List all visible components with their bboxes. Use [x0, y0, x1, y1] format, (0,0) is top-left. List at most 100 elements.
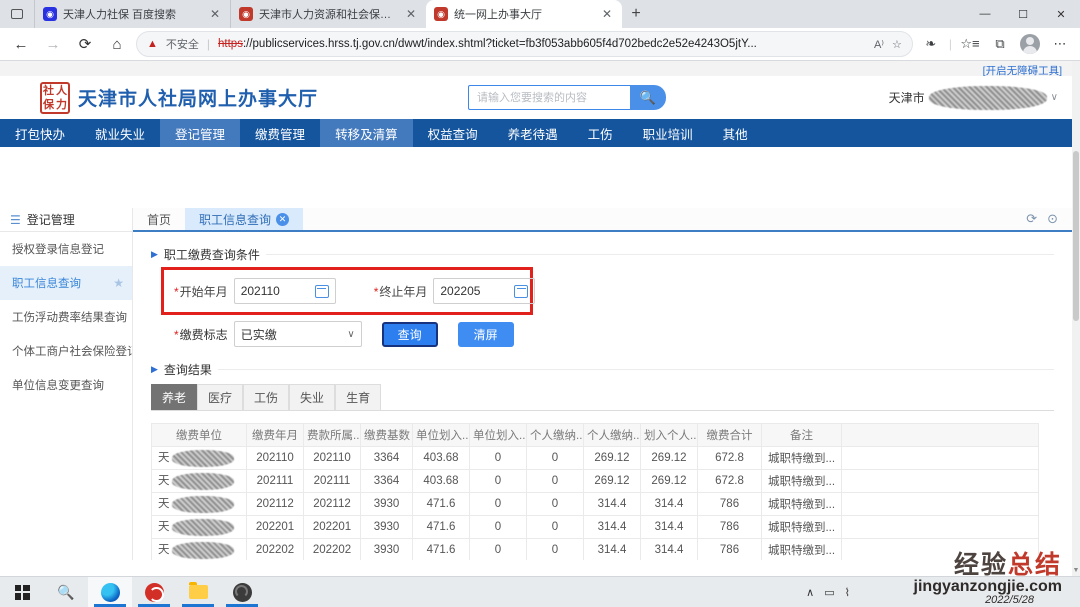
nav-item-缴费管理[interactable]: 缴费管理 [240, 119, 320, 147]
nav-item-工伤[interactable]: 工伤 [573, 119, 628, 147]
site-search-input[interactable] [468, 85, 630, 110]
company-cell: 天 [152, 539, 247, 561]
nav-item-养老待遇[interactable]: 养老待遇 [493, 119, 573, 147]
favorites-bar-icon[interactable]: ☆≡ [958, 32, 982, 56]
user-area[interactable]: 天津市 ∨ [889, 86, 1058, 110]
settings-more-icon[interactable]: ⋯ [1048, 32, 1072, 56]
accessibility-tools-link[interactable]: [开启无障碍工具] [983, 65, 1062, 77]
logo-char: 力 [55, 98, 68, 112]
table-row[interactable]: 天2021112021113364403.6800269.12269.12672… [152, 470, 1039, 493]
calendar-icon[interactable] [514, 285, 528, 298]
nav-item-转移及清算[interactable]: 转移及清算 [320, 119, 413, 147]
windows-logo-icon [15, 585, 30, 600]
menu-icon[interactable]: ☰ [10, 213, 21, 227]
browser-tab[interactable]: ◉天津人力社保 百度搜索✕ [34, 0, 230, 28]
table-header-cell: 单位划入... [413, 424, 470, 447]
nav-item-权益查询[interactable]: 权益查询 [413, 119, 493, 147]
taskbar-explorer-button[interactable] [176, 577, 220, 607]
sidebar-item[interactable]: 授权登录信息登记 [0, 232, 132, 266]
new-tab-button[interactable]: + [622, 0, 650, 28]
favorite-star-icon[interactable]: ★ [113, 276, 124, 290]
company-name-redacted [172, 473, 234, 490]
page-scrollbar[interactable]: ▼ [1072, 61, 1080, 576]
maximize-button[interactable]: ☐ [1004, 0, 1042, 28]
query-button[interactable]: 查询 [382, 322, 438, 347]
logo-char: 社 [42, 84, 55, 98]
browser-tab[interactable]: ◉天津市人力资源和社会保障局✕ [230, 0, 426, 28]
taskbar-search-button[interactable]: 🔍 [44, 577, 88, 607]
taskbar-edge-button[interactable] [88, 577, 132, 607]
table-row[interactable]: 天2021102021103364403.6800269.12269.12672… [152, 447, 1039, 470]
tab-close-icon[interactable]: ✕ [404, 7, 418, 21]
browser-essentials-icon[interactable]: ❧ [919, 32, 943, 56]
workspace-tab[interactable]: 首页 [133, 208, 185, 230]
browser-tab-strip: ◉天津人力社保 百度搜索✕◉天津市人力资源和社会保障局✕◉统一网上办事大厅✕ +… [0, 0, 1080, 28]
wifi-icon[interactable]: ⌇ [845, 586, 850, 599]
nav-item-就业失业[interactable]: 就业失业 [80, 119, 160, 147]
web-page: [开启无障碍工具] 社人保力 天津市人社局网上办事大厅 🔍 天津市 ∨ 打包快办… [0, 61, 1072, 576]
table-cell: 202110 [247, 447, 304, 470]
nav-item-职业培训[interactable]: 职业培训 [628, 119, 708, 147]
scroll-down-arrow-icon[interactable]: ▼ [1072, 567, 1080, 574]
table-cell: 471.6 [413, 539, 470, 561]
table-row[interactable]: 天2021122021123930471.600314.4314.4786城职特… [152, 493, 1039, 516]
browser-tab[interactable]: ◉统一网上办事大厅✕ [426, 0, 622, 28]
result-tab-医疗[interactable]: 医疗 [197, 384, 243, 410]
site-search-button[interactable]: 🔍 [630, 85, 666, 110]
taskbar-app2-button[interactable] [132, 577, 176, 607]
dark-app-icon [233, 583, 252, 602]
battery-icon[interactable]: ▭ [824, 586, 834, 599]
profile-avatar[interactable] [1018, 32, 1042, 56]
read-aloud-icon[interactable]: A⁾ [874, 38, 884, 51]
minimize-button[interactable]: — [966, 0, 1004, 28]
sidebar-item[interactable]: 工伤浮动费率结果查询 [0, 300, 132, 334]
site-logo: 社人保力 [40, 82, 70, 114]
tab-close-icon[interactable]: ✕ [600, 7, 614, 21]
tab-actions-menu-icon[interactable] [0, 0, 34, 28]
table-cell: 0 [470, 470, 527, 493]
taskbar-app4-button[interactable] [220, 577, 264, 607]
pay-flag-select[interactable]: 已实缴 ∨ [234, 321, 362, 347]
sidebar: ☰ 登记管理 授权登录信息登记职工信息查询★工伤浮动费率结果查询个体工商户社会保… [0, 208, 133, 560]
result-tab-养老[interactable]: 养老 [151, 384, 197, 410]
sidebar-item[interactable]: 职工信息查询★ [0, 266, 132, 300]
clear-button[interactable]: 清屏 [458, 322, 514, 347]
scrollbar-thumb[interactable] [1073, 151, 1079, 321]
avatar-icon [1020, 34, 1040, 54]
query-result-section: ▶ 查询结果 [151, 361, 1054, 378]
result-tab-生育[interactable]: 生育 [335, 384, 381, 410]
table-row[interactable]: 天2022012022013930471.600314.4314.4786城职特… [152, 516, 1039, 539]
result-tab-失业[interactable]: 失业 [289, 384, 335, 410]
table-header-cell: 备注 [762, 424, 842, 447]
nav-item-其他[interactable]: 其他 [708, 119, 763, 147]
refresh-page-icon[interactable]: ⟳ [1026, 211, 1037, 227]
forward-button[interactable]: → [40, 31, 66, 57]
tab-close-icon[interactable]: ✕ [276, 213, 289, 226]
table-cell: 0 [470, 539, 527, 561]
start-button[interactable] [0, 577, 44, 607]
required-asterisk: * [174, 285, 179, 299]
flag-row: *缴费标志 已实缴 ∨ 查询 清屏 [174, 321, 1054, 347]
add-favorite-icon[interactable]: ☆ [892, 38, 902, 51]
more-options-icon[interactable]: ⊙ [1047, 211, 1058, 227]
nav-item-打包快办[interactable]: 打包快办 [0, 119, 80, 147]
address-bar[interactable]: ▲ 不安全 | https://publicservices.hrss.tj.g… [136, 31, 913, 57]
start-month-input[interactable]: 202110 [234, 278, 336, 304]
close-button[interactable]: ✕ [1042, 0, 1080, 28]
table-row[interactable]: 天2022022022023930471.600314.4314.4786城职特… [152, 539, 1039, 561]
workspace-tab[interactable]: 职工信息查询✕ [185, 208, 303, 230]
table-cell-filler [842, 493, 1039, 516]
collections-icon[interactable]: ⧉ [988, 32, 1012, 56]
tray-chevron-up-icon[interactable]: ∧ [806, 586, 814, 599]
calendar-icon[interactable] [315, 285, 329, 298]
tab-close-icon[interactable]: ✕ [208, 7, 222, 21]
home-button[interactable]: ⌂ [104, 31, 130, 57]
refresh-button[interactable]: ⟳ [72, 31, 98, 57]
nav-item-登记管理[interactable]: 登记管理 [160, 119, 240, 147]
sidebar-item[interactable]: 个体工商户社会保险登记信... [0, 334, 132, 368]
back-button[interactable]: ← [8, 31, 34, 57]
result-tab-工伤[interactable]: 工伤 [243, 384, 289, 410]
sidebar-item[interactable]: 单位信息变更查询 [0, 368, 132, 402]
table-cell: 269.12 [584, 447, 641, 470]
end-month-input[interactable]: 202205 [433, 278, 535, 304]
